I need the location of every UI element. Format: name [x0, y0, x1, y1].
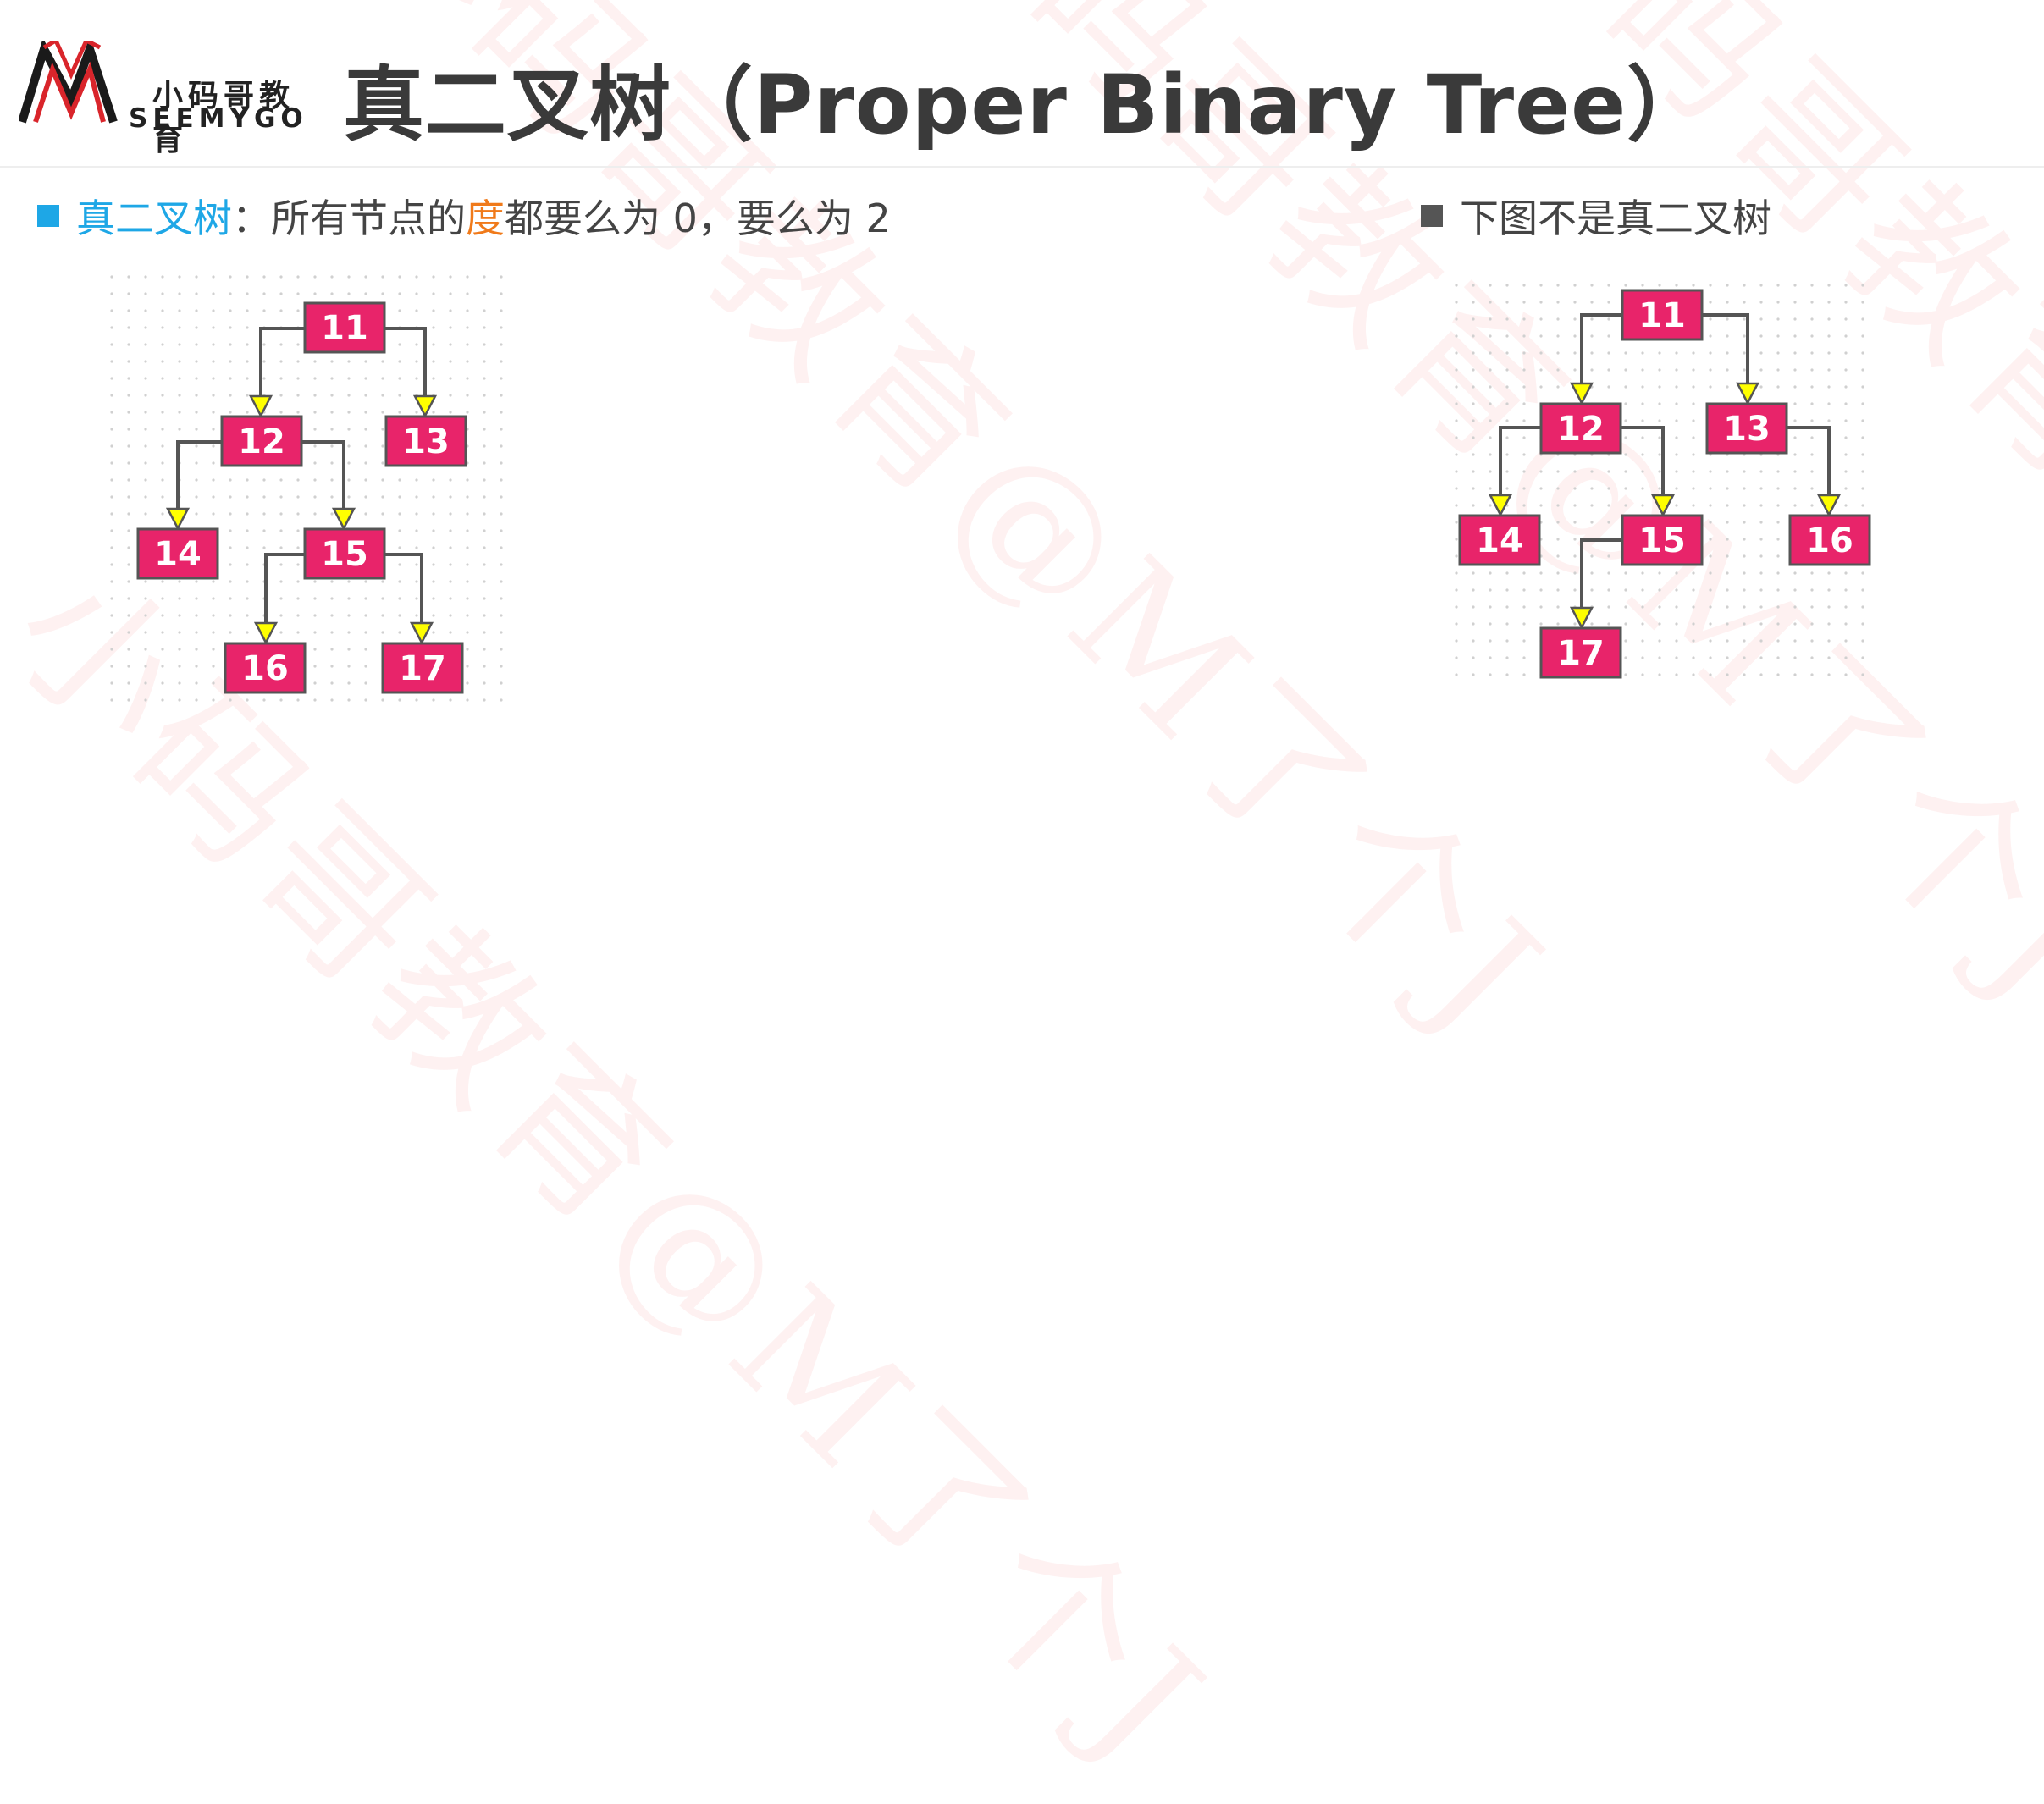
tree-node-13: 13 — [1705, 402, 1788, 455]
term-degree: 度 — [466, 196, 505, 241]
page-title: 真二叉树（Proper Binary Tree） — [343, 58, 1710, 152]
bullet-square-icon — [1421, 205, 1443, 227]
tree-node-17: 17 — [1539, 626, 1622, 679]
title-divider — [0, 166, 2044, 168]
tree-node-15: 15 — [1621, 514, 1704, 566]
tree-node-12: 12 — [1539, 402, 1622, 455]
svg-text:11: 11 — [321, 309, 368, 348]
svg-text:13: 13 — [1723, 410, 1771, 449]
svg-text:17: 17 — [1557, 634, 1605, 673]
svg-text:16: 16 — [1806, 521, 1853, 560]
definition-text-1: ：所有节点的 — [232, 196, 466, 241]
svg-text:11: 11 — [1638, 296, 1686, 335]
bullet-square-icon — [37, 205, 59, 227]
tree-node-15: 15 — [303, 527, 386, 580]
definition-bullet: 真二叉树 ：所有节点的 度 都要么为 0，要么为 2 — [37, 188, 891, 244]
svg-text:17: 17 — [399, 649, 446, 688]
svg-text:15: 15 — [1638, 521, 1686, 560]
tree-node-12: 12 — [220, 415, 303, 467]
logo: 小码哥教育 SEEMYGO — [18, 36, 303, 157]
tree-node-13: 13 — [384, 415, 467, 467]
non-proper-binary-tree-diagram: 11 12 13 14 15 16 17 — [1455, 284, 1871, 681]
svg-text:12: 12 — [238, 422, 285, 461]
tree-node-11: 11 — [303, 301, 386, 354]
logo-english-text: SEEMYGO — [129, 103, 308, 134]
tree-node-16: 16 — [1788, 514, 1871, 566]
tree-node-11: 11 — [1621, 289, 1704, 341]
tree-node-17: 17 — [381, 642, 464, 694]
svg-text:12: 12 — [1557, 410, 1605, 449]
logo-m-icon — [18, 36, 118, 124]
term-proper-binary-tree: 真二叉树 — [76, 196, 232, 241]
svg-text:15: 15 — [321, 535, 368, 574]
svg-text:13: 13 — [402, 422, 450, 461]
tree-node-14: 14 — [1458, 514, 1541, 566]
counterexample-caption: 下图不是真二叉树 — [1460, 196, 1771, 241]
tree-node-16: 16 — [224, 642, 307, 694]
definition-text-2: 都要么为 0，要么为 2 — [505, 196, 891, 241]
tree-node-14: 14 — [136, 527, 219, 580]
svg-text:14: 14 — [1476, 521, 1523, 560]
svg-text:16: 16 — [241, 649, 289, 688]
svg-text:14: 14 — [154, 535, 202, 574]
counterexample-bullet: 下图不是真二叉树 — [1421, 188, 1771, 244]
proper-binary-tree-diagram: 11 12 13 14 15 16 17 — [110, 275, 508, 715]
